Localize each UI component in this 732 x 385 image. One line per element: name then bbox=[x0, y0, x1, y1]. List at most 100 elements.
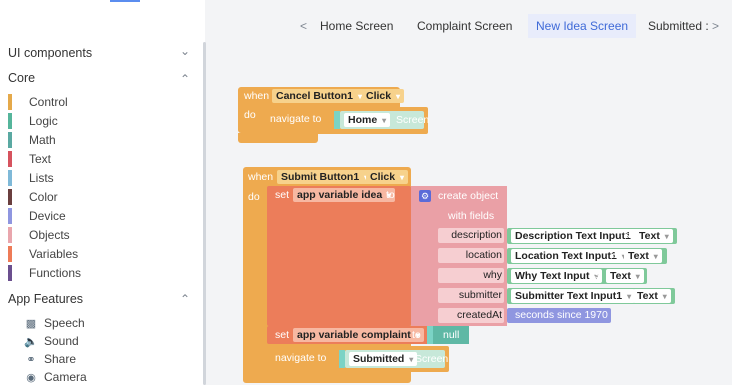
dropdown-arrow-icon: ▾ bbox=[662, 292, 667, 301]
category-math[interactable]: Math bbox=[8, 132, 56, 148]
variable-dropdown[interactable]: app variable idea ▾ bbox=[293, 188, 396, 202]
event-dropdown[interactable]: Click ▾ bbox=[362, 89, 405, 103]
navigate-label: navigate to bbox=[270, 113, 322, 125]
dropdown-arrow-icon: ▾ bbox=[635, 272, 640, 281]
property-name: Text bbox=[628, 250, 649, 262]
property-dropdown[interactable]: Text ▾ bbox=[624, 249, 662, 263]
share-icon: ⚭ bbox=[26, 353, 36, 366]
event-block-footer bbox=[243, 372, 411, 383]
tab-home-screen[interactable]: Home Screen bbox=[320, 14, 393, 38]
tab-complaint-screen[interactable]: Complaint Screen bbox=[417, 14, 512, 38]
set-label: set bbox=[275, 189, 290, 201]
component-dropdown[interactable]: Submitter Text Input1 ▾ bbox=[511, 289, 636, 303]
category-variables[interactable]: Variables bbox=[8, 246, 78, 262]
component-name: Location Text Input1 bbox=[515, 250, 617, 262]
screen-suffix: Screen bbox=[396, 114, 430, 126]
do-label: do bbox=[248, 191, 260, 203]
category-logic[interactable]: Logic bbox=[8, 113, 58, 129]
variable-dropdown[interactable]: app variable complaint ▾ bbox=[293, 328, 424, 342]
navigate-block[interactable]: navigate to Home ▾ Screen bbox=[260, 107, 429, 134]
dropdown-arrow-icon: ▾ bbox=[653, 252, 658, 261]
set-label: set bbox=[275, 329, 290, 341]
screen-value[interactable]: Home ▾ Screen bbox=[340, 111, 429, 129]
category-control[interactable]: Control bbox=[8, 94, 68, 110]
possessive-label: 's bbox=[620, 289, 628, 301]
category-label: Text bbox=[29, 152, 52, 166]
feature-camera[interactable]: ◉ Camera bbox=[24, 370, 87, 384]
gear-icon[interactable]: ⚙ bbox=[419, 190, 431, 202]
category-label: Device bbox=[29, 209, 66, 223]
chevron-down-icon[interactable]: ⌄ bbox=[180, 44, 190, 58]
screen-value[interactable]: Submitted ▾ Screen bbox=[345, 350, 448, 368]
field-value-location[interactable]: Location Text Input1 ▾ 's Text ▾ bbox=[507, 248, 667, 264]
sidebar-scrollbar[interactable] bbox=[203, 42, 206, 385]
tab-submitted-screen[interactable]: Submitted : bbox=[648, 14, 709, 38]
possessive-label: 's bbox=[611, 249, 619, 261]
category-label: Lists bbox=[29, 171, 54, 185]
when-label: when bbox=[248, 171, 274, 183]
with-fields-label: with fields bbox=[448, 210, 495, 222]
category-swatch bbox=[8, 227, 12, 243]
screen-dropdown[interactable]: Home ▾ bbox=[344, 113, 391, 127]
component-dropdown[interactable]: Submit Button1 ▾ bbox=[277, 170, 373, 184]
to-label: to bbox=[412, 329, 421, 341]
category-label: Logic bbox=[29, 114, 58, 128]
screen-name: Submitted bbox=[353, 353, 405, 365]
event-block-footer bbox=[238, 133, 318, 143]
property-dropdown[interactable]: Text ▾ bbox=[606, 269, 644, 283]
dropdown-arrow-icon: ▾ bbox=[400, 173, 405, 182]
feature-label: Camera bbox=[44, 370, 87, 384]
feature-sound[interactable]: 🔈 Sound bbox=[24, 334, 79, 348]
property-name: Text bbox=[639, 230, 660, 242]
blocks-canvas[interactable]: when Cancel Button1 ▾ Click ▾ do navigat… bbox=[214, 42, 732, 385]
null-block[interactable]: null bbox=[433, 326, 469, 344]
category-swatch bbox=[8, 208, 12, 224]
tabs-next-button[interactable]: > bbox=[712, 14, 719, 38]
category-device[interactable]: Device bbox=[8, 208, 66, 224]
navigate-block[interactable]: navigate to Submitted ▾ Screen bbox=[267, 346, 449, 372]
field-value-submitter[interactable]: Submitter Text Input1 ▾ 's Text ▾ bbox=[507, 288, 675, 304]
dropdown-arrow-icon: ▾ bbox=[627, 292, 632, 301]
category-label: Objects bbox=[29, 228, 70, 242]
chevron-up-icon[interactable]: ⌃ bbox=[180, 292, 190, 306]
section-app-features[interactable]: App Features bbox=[8, 292, 83, 306]
tabs-prev-button[interactable]: < bbox=[300, 14, 307, 38]
category-color[interactable]: Color bbox=[8, 189, 58, 205]
event-dropdown[interactable]: Click ▾ bbox=[366, 170, 409, 184]
field-name-location: location bbox=[465, 249, 502, 261]
property-dropdown[interactable]: Text ▾ bbox=[635, 229, 673, 243]
sidebar-tab-indicator bbox=[110, 0, 140, 2]
seconds-since-1970-block[interactable]: seconds since 1970 bbox=[507, 308, 611, 323]
category-text[interactable]: Text bbox=[8, 151, 51, 167]
category-swatch bbox=[8, 189, 12, 205]
sound-icon: 🔈 bbox=[24, 335, 38, 348]
set-variable-block[interactable]: set app variable idea ▾ to bbox=[267, 186, 411, 326]
variable-name: app variable idea bbox=[297, 189, 383, 201]
category-swatch bbox=[8, 170, 12, 186]
component-name: Cancel Button1 bbox=[276, 90, 354, 102]
category-swatch bbox=[8, 265, 12, 281]
category-swatch bbox=[8, 132, 12, 148]
category-lists[interactable]: Lists bbox=[8, 170, 54, 186]
possessive-label: 's bbox=[622, 229, 630, 241]
field-value-description[interactable]: Description Text Input1 ▾ 's Text ▾ bbox=[507, 228, 677, 244]
section-core[interactable]: Core bbox=[8, 71, 35, 85]
chevron-up-icon[interactable]: ⌃ bbox=[180, 72, 190, 86]
blocks-sidebar: UI components ⌄ Core ⌃ Control Logic Mat… bbox=[0, 0, 205, 385]
feature-share[interactable]: ⚭ Share bbox=[24, 352, 76, 366]
field-value-why[interactable]: Why Text Input ▾ 's Text ▾ bbox=[507, 268, 647, 284]
category-functions[interactable]: Functions bbox=[8, 265, 81, 281]
feature-label: Share bbox=[44, 352, 77, 366]
dropdown-arrow-icon: ▾ bbox=[396, 92, 401, 101]
screen-dropdown[interactable]: Submitted ▾ bbox=[349, 352, 418, 366]
feature-speech[interactable]: ▩ Speech bbox=[24, 316, 85, 330]
component-dropdown[interactable]: Cancel Button1 ▾ bbox=[272, 89, 366, 103]
category-objects[interactable]: Objects bbox=[8, 227, 70, 243]
component-dropdown[interactable]: Why Text Input ▾ bbox=[511, 269, 603, 283]
camera-icon: ◉ bbox=[26, 371, 36, 384]
section-ui-components[interactable]: UI components bbox=[8, 46, 92, 60]
category-swatch bbox=[8, 151, 12, 167]
category-swatch bbox=[8, 113, 12, 129]
property-dropdown[interactable]: Text ▾ bbox=[633, 289, 671, 303]
tab-new-idea-screen[interactable]: New Idea Screen bbox=[528, 14, 637, 38]
